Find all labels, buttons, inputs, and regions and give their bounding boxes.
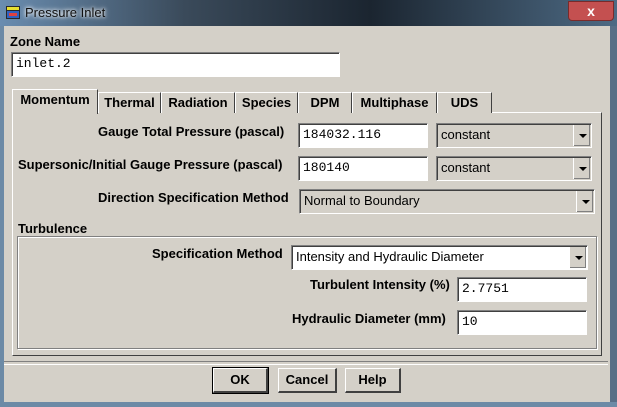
- direction-method-value: Normal to Boundary: [304, 193, 420, 208]
- window-frame-right: [610, 26, 617, 407]
- hydraulic-diameter-label: Hydraulic Diameter (mm): [292, 311, 446, 326]
- turbulent-intensity-label: Turbulent Intensity (%): [310, 277, 450, 292]
- tab-multiphase[interactable]: Multiphase: [352, 92, 437, 113]
- window-frame-left: [0, 26, 4, 407]
- separator: [4, 361, 608, 365]
- gauge-total-pressure-label: Gauge Total Pressure (pascal): [98, 124, 285, 139]
- tab-species[interactable]: Species: [235, 92, 298, 113]
- supersonic-pressure-method-value: constant: [441, 160, 491, 175]
- tab-uds[interactable]: UDS: [437, 92, 492, 113]
- app-icon: [6, 6, 20, 19]
- gauge-total-pressure-method-value: constant: [441, 127, 491, 142]
- specification-method-select[interactable]: Intensity and Hydraulic Diameter: [291, 245, 588, 270]
- window-frame-bottom: [0, 402, 617, 407]
- chevron-down-icon[interactable]: [576, 191, 593, 212]
- close-button[interactable]: x: [568, 1, 614, 21]
- gauge-total-pressure-input[interactable]: 184032.116: [298, 123, 428, 148]
- hydraulic-diameter-input[interactable]: 10: [457, 310, 587, 335]
- chevron-down-icon[interactable]: [569, 247, 586, 268]
- specification-method-value: Intensity and Hydraulic Diameter: [296, 249, 484, 264]
- supersonic-pressure-method-select[interactable]: constant: [436, 156, 592, 181]
- turbulent-intensity-input[interactable]: 2.7751: [457, 277, 587, 302]
- tab-momentum[interactable]: Momentum: [12, 89, 98, 114]
- supersonic-pressure-label: Supersonic/Initial Gauge Pressure (pasca…: [18, 157, 283, 172]
- supersonic-pressure-input[interactable]: 180140: [298, 156, 428, 181]
- tab-dpm[interactable]: DPM: [298, 92, 352, 113]
- zone-name-label: Zone Name: [10, 34, 81, 49]
- gauge-total-pressure-method-select[interactable]: constant: [436, 123, 592, 148]
- close-icon: x: [587, 3, 595, 19]
- chevron-down-icon[interactable]: [573, 158, 590, 179]
- specification-method-label: Specification Method: [152, 246, 283, 261]
- zone-name-input[interactable]: inlet.2: [11, 52, 340, 77]
- tab-radiation[interactable]: Radiation: [161, 92, 235, 113]
- tab-thermal[interactable]: Thermal: [98, 92, 161, 113]
- chevron-down-icon[interactable]: [573, 125, 590, 146]
- turbulence-heading: Turbulence: [18, 221, 88, 236]
- cancel-button[interactable]: Cancel: [278, 368, 337, 393]
- window-title: Pressure Inlet: [25, 5, 106, 20]
- direction-method-select[interactable]: Normal to Boundary: [299, 189, 595, 214]
- help-button[interactable]: Help: [345, 368, 401, 393]
- ok-button[interactable]: OK: [212, 367, 269, 394]
- direction-method-label: Direction Specification Method: [98, 190, 289, 205]
